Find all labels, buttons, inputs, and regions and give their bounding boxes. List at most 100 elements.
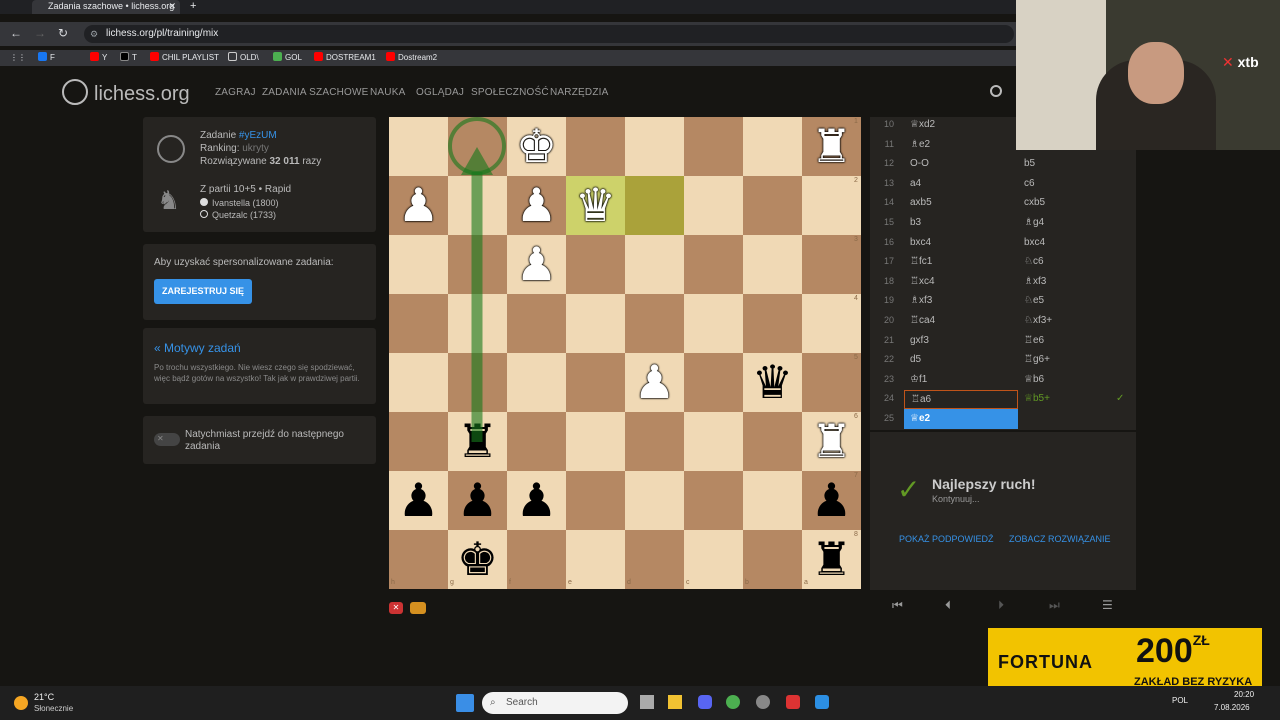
nav-nauka[interactable]: NAUKA (370, 87, 405, 98)
close-arrows-icon[interactable]: ✕ (389, 602, 403, 614)
move-black[interactable]: ♕b5+ (1024, 389, 1050, 409)
square-d8[interactable] (625, 530, 684, 589)
square-h1[interactable] (389, 117, 448, 176)
nav-spolecznosc[interactable]: SPOŁECZNOŚĆ (471, 87, 549, 98)
square-d6[interactable] (625, 412, 684, 471)
move-white[interactable]: ♗xf3 (910, 291, 932, 311)
reload-icon[interactable]: ↻ (58, 26, 68, 40)
auto-next-toggle[interactable]: ✕ (154, 433, 180, 446)
url-field[interactable]: ⚙ lichess.org/pl/training/mix (84, 25, 1014, 43)
square-h4[interactable] (389, 294, 448, 353)
menu-icon[interactable]: ☰ (1102, 598, 1113, 612)
move-white[interactable]: axb5 (910, 193, 932, 213)
nav-zagraj[interactable]: ZAGRAJ (215, 87, 256, 98)
square-f8[interactable] (507, 530, 566, 589)
lichess-logo[interactable]: lichess.org (62, 79, 190, 106)
square-g1[interactable] (448, 117, 507, 176)
piece-f3[interactable]: ♟ (507, 235, 566, 294)
piece-h2[interactable]: ♟ (389, 176, 448, 235)
bookmark-dostream2[interactable]: Dostream2 (386, 52, 437, 64)
chessboard[interactable]: h g f e d c b a 1 2 3 4 5 6 7 8 ♚ ♜ ♟ ♟ ♛ ♟ ♟ ♛ ♜ ♜ ♟ ♟ ♟ ♟ ♚ ♜ (389, 117, 861, 590)
nav-narzedzia[interactable]: NARZĘDZIA (550, 87, 608, 98)
piece-f1[interactable]: ♚ (507, 117, 566, 176)
square-h6[interactable] (389, 412, 448, 471)
move-white[interactable]: O-O (910, 154, 929, 174)
move-black[interactable]: ♕b6 (1024, 370, 1044, 390)
square-b7[interactable] (743, 471, 802, 530)
square-c4[interactable] (684, 294, 743, 353)
move-white[interactable]: b3 (910, 213, 921, 233)
move-black[interactable]: ♘c6 (1024, 252, 1044, 272)
square-c5[interactable] (684, 353, 743, 412)
square-h5[interactable] (389, 353, 448, 412)
square-f4[interactable] (507, 294, 566, 353)
nav-ogladaj[interactable]: OGLĄDAJ (416, 87, 464, 98)
square-d7[interactable] (625, 471, 684, 530)
bookmark-t[interactable]: T (120, 52, 137, 64)
solution-link[interactable]: ZOBACZ ROZWIĄZANIE (1009, 534, 1111, 544)
task-view-icon[interactable] (640, 695, 654, 709)
piece-d5[interactable]: ♟ (625, 353, 684, 412)
bookmark-dostream1[interactable]: DOSTREAM1 (314, 52, 376, 64)
square-e1[interactable] (566, 117, 625, 176)
square-f5[interactable] (507, 353, 566, 412)
square-g2[interactable] (448, 176, 507, 235)
square-f6[interactable] (507, 412, 566, 471)
move-white[interactable]: ♔f1 (910, 370, 927, 390)
piece-g7[interactable]: ♟ (448, 471, 507, 530)
square-a2[interactable] (802, 176, 861, 235)
piece-b5[interactable]: ♛ (743, 353, 802, 412)
move-white[interactable]: a4 (910, 174, 921, 194)
puzzle-id-link[interactable]: #yEzUM (239, 130, 277, 141)
move-white[interactable]: bxc4 (910, 233, 931, 253)
clock-time[interactable]: 20:20 (1234, 690, 1254, 699)
close-tab-icon[interactable]: ✕ (168, 0, 176, 12)
move-black[interactable]: ♖e6 (1024, 331, 1044, 351)
square-c2[interactable] (684, 176, 743, 235)
register-button[interactable]: ZAREJESTRUJ SIĘ (154, 279, 252, 304)
move-white[interactable]: ♕e2 (904, 409, 1018, 429)
app-icon[interactable] (786, 695, 800, 709)
move-white[interactable]: ♖ca4 (910, 311, 935, 331)
square-g3[interactable] (448, 235, 507, 294)
square-e4[interactable] (566, 294, 625, 353)
explorer-icon[interactable] (668, 695, 682, 709)
apps-icon[interactable]: ⋮⋮ (10, 52, 26, 64)
square-h3[interactable] (389, 235, 448, 294)
square-b8[interactable] (743, 530, 802, 589)
move-black[interactable]: ♘xf3+ (1024, 311, 1052, 331)
square-d3[interactable] (625, 235, 684, 294)
move-black[interactable]: ♗xf3 (1024, 272, 1046, 292)
bookmark-f[interactable]: F (38, 52, 55, 64)
piece-a6[interactable]: ♜ (802, 412, 861, 471)
square-c3[interactable] (684, 235, 743, 294)
square-d4[interactable] (625, 294, 684, 353)
new-tab-button[interactable]: + (190, 0, 196, 12)
edge-icon[interactable] (815, 695, 829, 709)
forward-icon[interactable]: → (34, 26, 46, 40)
move-black[interactable]: bxc4 (1024, 233, 1045, 253)
windows-start-icon[interactable] (456, 694, 474, 712)
square-b1[interactable] (743, 117, 802, 176)
language-indicator[interactable]: POL (1172, 696, 1188, 705)
black-player[interactable]: Quetzalc (1733) (200, 210, 276, 220)
square-b3[interactable] (743, 235, 802, 294)
white-player[interactable]: Ivanstella (1800) (200, 198, 279, 208)
square-a3[interactable] (802, 235, 861, 294)
square-h8[interactable] (389, 530, 448, 589)
square-d2[interactable] (625, 176, 684, 235)
square-e7[interactable] (566, 471, 625, 530)
square-c6[interactable] (684, 412, 743, 471)
prev-move-icon[interactable]: ⏴ (945, 598, 951, 613)
discord-icon[interactable] (698, 695, 712, 709)
piece-f7[interactable]: ♟ (507, 471, 566, 530)
bookmark-y[interactable]: Y (90, 52, 107, 64)
back-icon[interactable]: ← (10, 26, 22, 40)
move-white[interactable]: ♖fc1 (910, 252, 932, 272)
square-c1[interactable] (684, 117, 743, 176)
move-black[interactable]: ♘e5 (1024, 291, 1044, 311)
bookmark-old[interactable]: OLD\ (228, 52, 259, 64)
piece-a8[interactable]: ♜ (802, 530, 861, 589)
move-black[interactable]: cxb5 (1024, 193, 1045, 213)
square-a5[interactable] (802, 353, 861, 412)
